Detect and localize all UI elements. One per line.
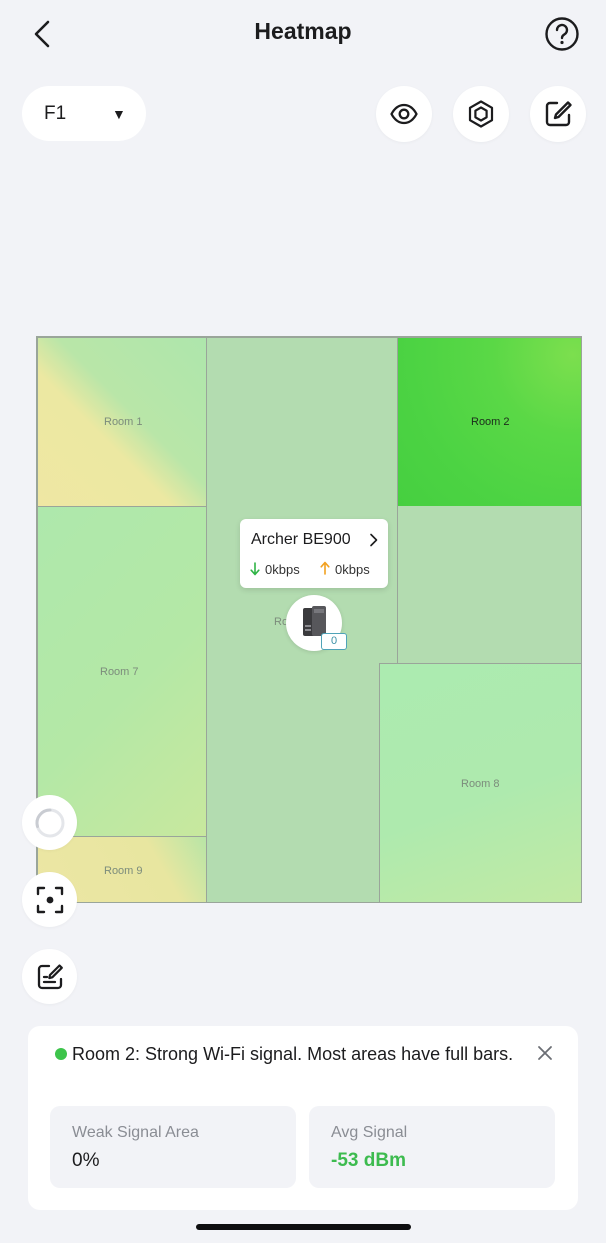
device-tooltip[interactable]: Archer BE900 0kbps 0kbps (240, 519, 388, 588)
question-circle-icon (545, 17, 579, 51)
room-2-label: Room 2 (471, 416, 510, 428)
upload-arrow-icon (320, 561, 330, 575)
client-count-badge: 0 (321, 633, 347, 650)
visibility-button[interactable] (376, 86, 432, 142)
room-7-label: Room 7 (100, 666, 139, 678)
focus-icon (36, 886, 63, 913)
room-1[interactable]: Room 1 (37, 337, 207, 507)
close-card-button[interactable] (534, 1042, 556, 1064)
hexagon-icon (468, 100, 494, 128)
room-1-label: Room 1 (104, 416, 143, 428)
caret-down-icon: ▼ (112, 106, 126, 122)
signal-info-card: Room 2: Strong Wi-Fi signal. Most areas … (28, 1026, 578, 1210)
room-8[interactable]: Room 8 (379, 663, 581, 902)
floor-select-value: F1 (44, 102, 67, 124)
home-indicator (196, 1224, 411, 1230)
weak-signal-stat: Weak Signal Area 0% (50, 1106, 296, 1188)
signal-message: Room 2: Strong Wi-Fi signal. Most areas … (72, 1044, 514, 1064)
weak-signal-label: Weak Signal Area (72, 1124, 199, 1141)
device-name: Archer BE900 (251, 531, 351, 548)
chevron-right-icon (370, 533, 378, 547)
download-speed: 0kbps (265, 562, 300, 577)
spinner-icon (35, 808, 64, 837)
floor-select[interactable]: F1 ▼ (22, 86, 146, 141)
router-marker[interactable]: 0 (286, 595, 347, 651)
download-arrow-icon (250, 562, 260, 576)
upload-speed: 0kbps (335, 562, 370, 577)
room-8-label: Room 8 (461, 778, 500, 790)
room-2[interactable]: Room 2 (397, 337, 581, 507)
room-7[interactable]: Room 7 (37, 506, 207, 837)
weak-signal-value: 0% (72, 1150, 100, 1171)
help-button[interactable] (542, 14, 582, 54)
note-edit-icon (37, 963, 63, 989)
avg-signal-label: Avg Signal (331, 1124, 408, 1141)
layers-button[interactable] (453, 86, 509, 142)
edit-square-icon (545, 101, 572, 127)
eye-icon (390, 103, 418, 125)
room-9-label: Room 9 (104, 865, 143, 877)
locate-button[interactable] (22, 872, 77, 927)
avg-signal-value: -53 dBm (331, 1150, 406, 1171)
loading-button[interactable] (22, 795, 77, 850)
close-icon (538, 1046, 552, 1060)
page-title: Heatmap (254, 18, 352, 44)
edit-button[interactable] (530, 86, 586, 142)
room-right-middle (397, 506, 581, 664)
notes-button[interactable] (22, 949, 77, 1004)
avg-signal-stat: Avg Signal -53 dBm (309, 1106, 555, 1188)
